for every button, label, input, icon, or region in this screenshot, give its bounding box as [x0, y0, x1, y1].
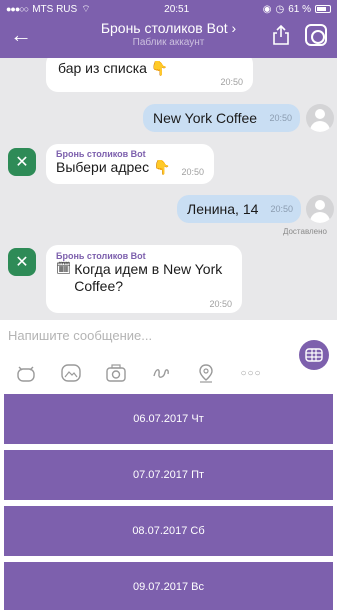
keyboard-button-date[interactable]: 09.07.2017 Вс: [4, 562, 333, 610]
message-time: 20:50: [209, 299, 232, 309]
point-down-icon: 👇: [150, 60, 169, 76]
message-text: Выбери адрес: [56, 159, 150, 175]
camera-icon[interactable]: [104, 362, 128, 384]
wifi-icon: ⌔: [81, 3, 91, 15]
message-text: New York Coffee: [153, 110, 258, 126]
signal-icon: ●●●○○: [6, 4, 29, 14]
carrier-name: MTS RUS: [32, 3, 78, 15]
message-sender: Бронь столиков Bot: [56, 149, 146, 159]
message-bubble: Бронь столиков Bot 🗓 Когда идем в New Yo…: [46, 245, 242, 313]
point-down-icon: 👇: [152, 159, 171, 175]
user-avatar[interactable]: [306, 195, 334, 223]
message-bubble: New York Coffee 20:50: [143, 104, 300, 132]
message-bubble: Бронь столиков Bot Выбери адрес 👇 20:50: [46, 144, 214, 184]
message-text: бар из списка: [58, 60, 147, 76]
battery-percent: 61 %: [288, 3, 311, 15]
status-left: ●●●○○ MTS RUS ⌔: [6, 3, 91, 16]
chat-title: Бронь столиков Bot ›: [100, 20, 237, 36]
keyboard-button-date[interactable]: 07.07.2017 Пт: [4, 450, 333, 500]
chat-subtitle: Паблик аккаунт: [132, 37, 205, 48]
share-icon[interactable]: [271, 24, 291, 46]
viber-icon[interactable]: [305, 24, 327, 46]
doodle-icon[interactable]: [149, 362, 173, 384]
message-bubble: бар из списка 👇 20:50: [46, 58, 253, 92]
message-time: 20:50: [270, 204, 293, 214]
status-bar: ●●●○○ MTS RUS ⌔ 20:51 ◉ ◷ 61 %: [0, 0, 337, 18]
calendar-icon: 🗓: [56, 261, 72, 275]
message-text: Когда идем в New York Coffee?: [74, 261, 223, 294]
sticker-icon[interactable]: [14, 362, 38, 384]
keyboard-button-date[interactable]: 08.07.2017 Сб: [4, 506, 333, 556]
grid-icon: [305, 348, 323, 362]
user-avatar[interactable]: [306, 104, 334, 132]
nav-bar: ← Бронь столиков Bot › Паблик аккаунт: [0, 18, 337, 58]
chat-area[interactable]: бар из списка 👇 20:50 New York Coffee 20…: [0, 58, 337, 320]
bot-avatar[interactable]: ✕: [8, 248, 36, 276]
message-bubble: Ленина, 14 20:50: [177, 195, 301, 223]
bot-keyboard: 06.07.2017 Чт 07.07.2017 Пт 08.07.2017 С…: [0, 392, 337, 610]
keyboard-toggle-button[interactable]: [299, 340, 329, 370]
message-time: 20:50: [181, 167, 204, 177]
composer-toolbar: ○○○: [14, 362, 263, 384]
location-icon[interactable]: [194, 362, 218, 384]
message-text: Ленина, 14: [187, 201, 259, 217]
chat-title-area[interactable]: Бронь столиков Bot › Паблик аккаунт: [70, 20, 267, 48]
more-icon[interactable]: ○○○: [239, 362, 263, 384]
keyboard-button-date[interactable]: 06.07.2017 Чт: [4, 394, 333, 444]
status-right: ◉ ◷ 61 %: [263, 4, 331, 15]
lock-rotation-icon: ◉: [262, 3, 272, 15]
battery-icon: [314, 5, 331, 13]
composer: Напишите сообщение... ○○○: [0, 320, 337, 392]
back-arrow-icon[interactable]: ←: [10, 24, 32, 46]
message-time: 20:50: [220, 77, 243, 87]
gallery-icon[interactable]: [59, 362, 83, 384]
delivery-status: Доставлено: [282, 227, 327, 236]
status-time: 20:51: [164, 3, 190, 15]
message-sender: Бронь столиков Bot: [56, 251, 146, 261]
app-header: ●●●○○ MTS RUS ⌔ 20:51 ◉ ◷ 61 % ← Бронь с…: [0, 0, 337, 58]
alarm-icon: ◷: [275, 3, 285, 15]
bot-avatar[interactable]: ✕: [8, 148, 36, 176]
message-input[interactable]: Напишите сообщение...: [8, 328, 152, 343]
message-time: 20:50: [269, 113, 292, 123]
